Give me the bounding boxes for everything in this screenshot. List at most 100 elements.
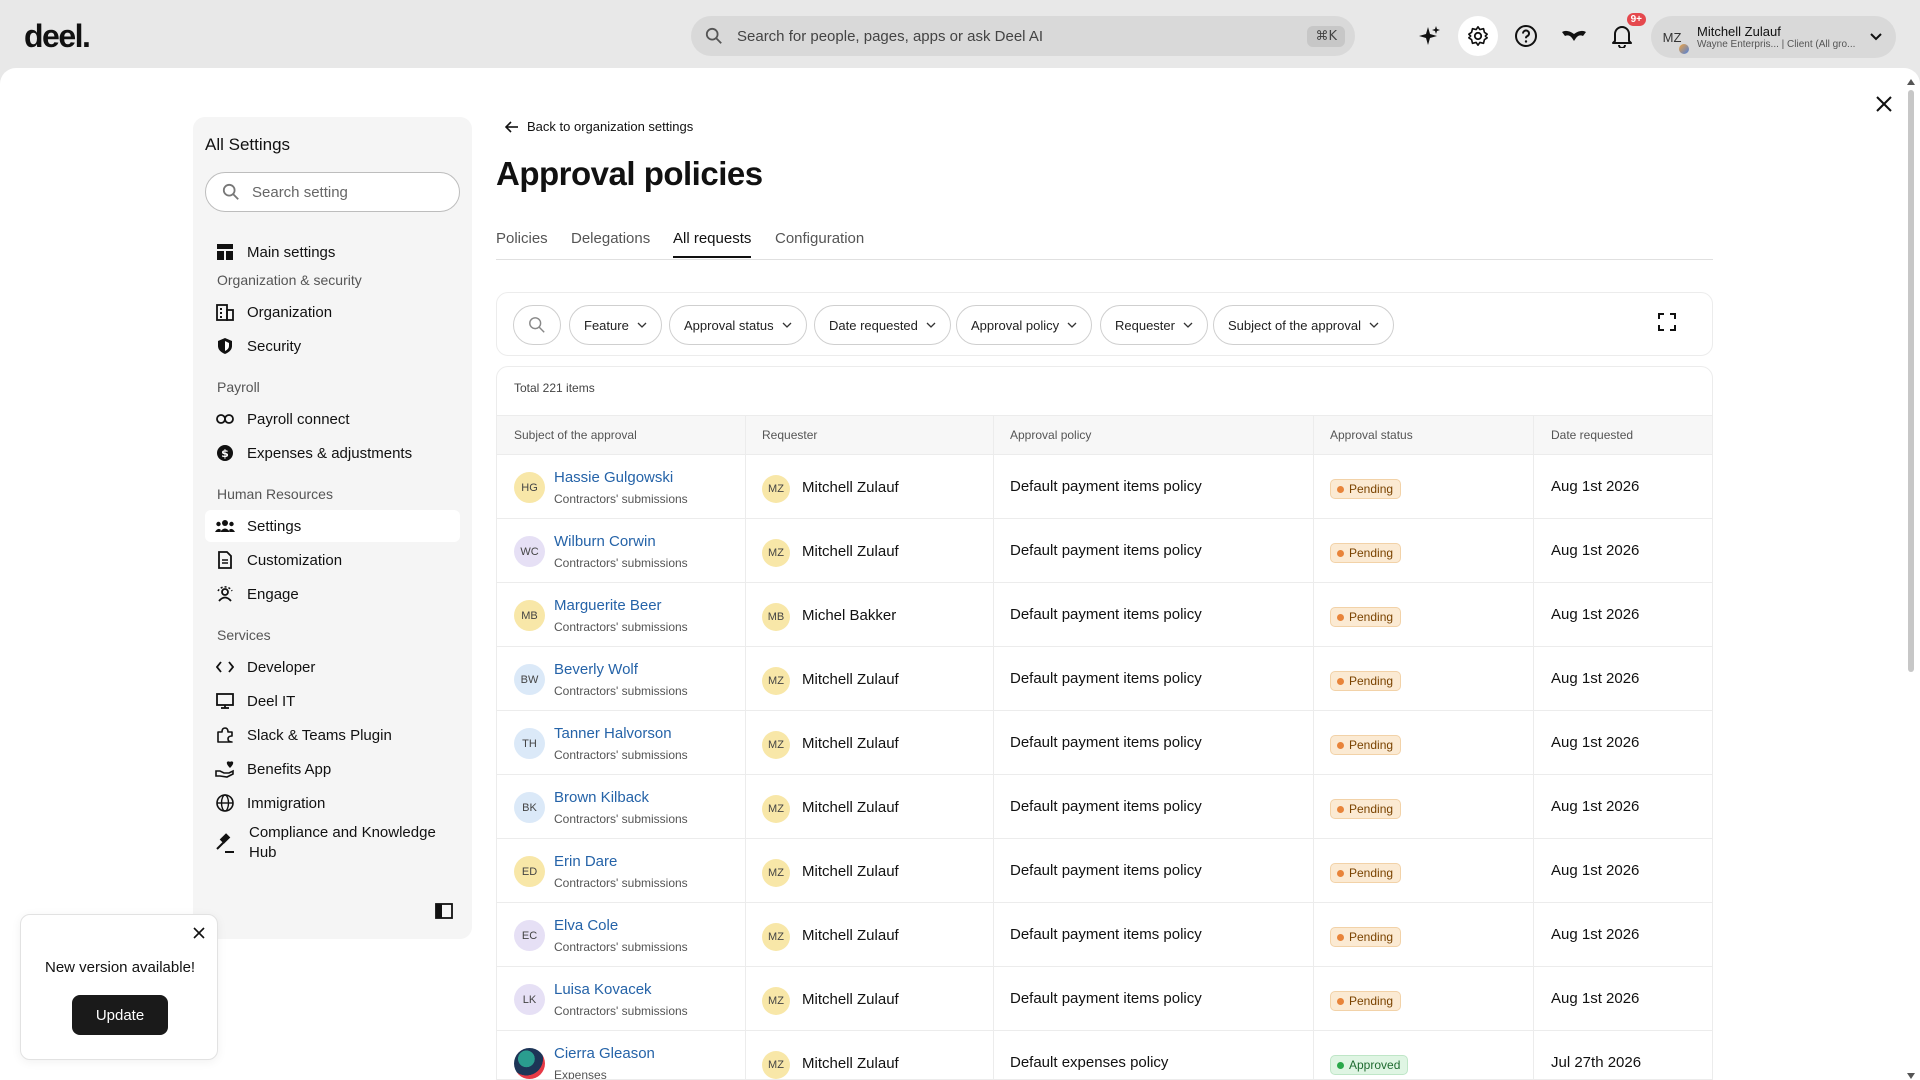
sidebar-item-engage[interactable]: Engage xyxy=(205,578,460,610)
chevron-down-icon xyxy=(1870,33,1882,41)
table-row[interactable]: ED Erin Dare Contractors' submissions MZ Mit… xyxy=(497,839,1712,903)
fullscreen-icon[interactable] xyxy=(1658,313,1676,331)
table-search-button[interactable] xyxy=(513,305,561,345)
filter-bar: Feature Approval status Date requested A… xyxy=(496,292,1713,356)
link-icon xyxy=(215,409,235,429)
help-button[interactable] xyxy=(1506,16,1546,56)
date-requested: Aug 1st 2026 xyxy=(1551,990,1640,1007)
sidebar-item-developer[interactable]: Developer xyxy=(205,651,460,683)
subject-name-link[interactable]: Wilburn Corwin xyxy=(554,533,656,550)
status-dot xyxy=(1337,741,1344,749)
sidebar-item-customization[interactable]: Customization xyxy=(205,544,460,576)
page-scrollbar[interactable] xyxy=(1908,90,1914,672)
user-menu[interactable]: MZ Mitchell Zulauf Wayne Enterpris... | … xyxy=(1651,16,1896,58)
subject-name-link[interactable]: Elva Cole xyxy=(554,917,618,934)
table-row[interactable]: BK Brown Kilback Contractors' submissions M… xyxy=(497,775,1712,839)
filter-approval-policy[interactable]: Approval policy xyxy=(956,305,1093,345)
subject-name-link[interactable]: Erin Dare xyxy=(554,853,617,870)
table-row[interactable]: BW Beverly Wolf Contractors' submissions MZ… xyxy=(497,647,1712,711)
sidebar-collapse-icon[interactable] xyxy=(435,903,453,919)
chevron-down-icon xyxy=(926,322,936,328)
filter-approval-status[interactable]: Approval status xyxy=(669,305,807,345)
scroll-down-arrow[interactable] xyxy=(1907,1066,1915,1080)
sidebar-item-immigration[interactable]: Immigration xyxy=(205,787,460,819)
tab-all-requests[interactable]: All requests xyxy=(673,230,752,258)
ai-sparkle-button[interactable] xyxy=(1410,16,1450,56)
subject-name-link[interactable]: Marguerite Beer xyxy=(554,597,662,614)
apps-button[interactable] xyxy=(1554,16,1594,56)
notification-count: 9+ xyxy=(1626,13,1646,26)
chevron-down-icon xyxy=(1183,322,1193,328)
date-requested: Aug 1st 2026 xyxy=(1551,862,1640,879)
requester-name: Mitchell Zulauf xyxy=(802,1055,899,1072)
deel-logo[interactable]: deel. xyxy=(24,18,91,55)
subject-name-link[interactable]: Luisa Kovacek xyxy=(554,981,652,998)
subject-name-link[interactable]: Beverly Wolf xyxy=(554,661,638,678)
requester-name: Michel Bakker xyxy=(802,607,897,624)
filter-feature[interactable]: Feature xyxy=(569,305,662,345)
table-row[interactable]: LK Luisa Kovacek Contractors' submissions M… xyxy=(497,967,1712,1031)
settings-button[interactable] xyxy=(1458,16,1498,56)
column-requester[interactable]: Requester xyxy=(762,428,817,442)
monitor-icon xyxy=(215,691,235,711)
sidebar-item-hr-settings[interactable]: Settings xyxy=(205,510,460,542)
table-row[interactable]: TH Tanner Halvorson Contractors' submissio… xyxy=(497,711,1712,775)
code-icon xyxy=(215,657,235,677)
column-policy[interactable]: Approval policy xyxy=(1010,428,1091,442)
requester-name: Mitchell Zulauf xyxy=(802,799,899,816)
close-icon[interactable] xyxy=(193,927,205,939)
table-row[interactable]: MB Marguerite Beer Contractors' submission… xyxy=(497,583,1712,647)
status-badge: Pending xyxy=(1330,479,1402,499)
status-dot xyxy=(1337,869,1344,877)
approval-policy: Default payment items policy xyxy=(1010,862,1202,879)
column-date[interactable]: Date requested xyxy=(1551,428,1633,442)
status-dot xyxy=(1337,805,1344,813)
global-search[interactable]: Search for people, pages, apps or ask De… xyxy=(691,16,1355,56)
sidebar-item-expenses[interactable]: $ Expenses & adjustments xyxy=(205,437,460,469)
table-row[interactable]: WC Wilburn Corwin Contractors' submissions… xyxy=(497,519,1712,583)
subject-avatar: BW xyxy=(514,664,545,695)
table-row[interactable]: HG Hassie Gulgowski Contractors' submissio… xyxy=(497,455,1712,519)
page-title: Approval policies xyxy=(496,155,763,192)
subject-name-link[interactable]: Hassie Gulgowski xyxy=(554,469,673,486)
building-icon xyxy=(215,302,235,322)
tab-policies[interactable]: Policies xyxy=(496,230,548,256)
global-search-input[interactable]: Search for people, pages, apps or ask De… xyxy=(737,28,1307,45)
filter-subject[interactable]: Subject of the approval xyxy=(1213,305,1394,345)
update-button[interactable]: Update xyxy=(72,995,168,1035)
subject-name-link[interactable]: Brown Kilback xyxy=(554,789,649,806)
sidebar-item-deel-it[interactable]: Deel IT xyxy=(205,685,460,717)
date-requested: Aug 1st 2026 xyxy=(1551,478,1640,495)
date-requested: Aug 1st 2026 xyxy=(1551,926,1640,943)
column-status[interactable]: Approval status xyxy=(1330,428,1413,442)
subject-name-link[interactable]: Cierra Gleason xyxy=(554,1045,655,1062)
sidebar-item-organization[interactable]: Organization xyxy=(205,296,460,328)
filter-date-requested[interactable]: Date requested xyxy=(814,305,951,345)
setting-search-input[interactable]: Search setting xyxy=(205,172,460,212)
close-icon[interactable] xyxy=(1872,92,1896,116)
subject-name-link[interactable]: Tanner Halvorson xyxy=(554,725,672,742)
back-link[interactable]: Back to organization settings xyxy=(505,119,693,134)
subject-type: Expenses xyxy=(554,1068,607,1080)
table-row[interactable]: Cierra Gleason Expenses MZ Mitchell Zulauf D… xyxy=(497,1031,1712,1080)
filter-requester[interactable]: Requester xyxy=(1100,305,1208,345)
requester-avatar: MZ xyxy=(762,1051,790,1079)
sidebar-item-payroll-connect[interactable]: Payroll connect xyxy=(205,403,460,435)
globe-icon xyxy=(215,793,235,813)
sidebar-item-compliance-hub[interactable]: Compliance and Knowledge Hub xyxy=(205,821,460,865)
requester-name: Mitchell Zulauf xyxy=(802,927,899,944)
column-subject[interactable]: Subject of the approval xyxy=(514,428,637,442)
status-badge: Pending xyxy=(1330,543,1402,563)
sidebar-item-main-settings[interactable]: Main settings xyxy=(205,236,460,268)
sidebar-item-slack-teams[interactable]: Slack & Teams Plugin xyxy=(205,719,460,751)
notifications-button[interactable]: 9+ xyxy=(1602,13,1646,56)
tab-configuration[interactable]: Configuration xyxy=(775,230,864,256)
approval-policy: Default payment items policy xyxy=(1010,926,1202,943)
status-dot xyxy=(1337,997,1344,1005)
tab-delegations[interactable]: Delegations xyxy=(571,230,650,256)
sidebar-item-security[interactable]: Security xyxy=(205,330,460,362)
table-row[interactable]: EC Elva Cole Contractors' submissions MZ Mit… xyxy=(497,903,1712,967)
scroll-up-arrow[interactable] xyxy=(1907,72,1915,90)
search-icon xyxy=(705,27,722,44)
sidebar-item-benefits-app[interactable]: Benefits App xyxy=(205,753,460,785)
